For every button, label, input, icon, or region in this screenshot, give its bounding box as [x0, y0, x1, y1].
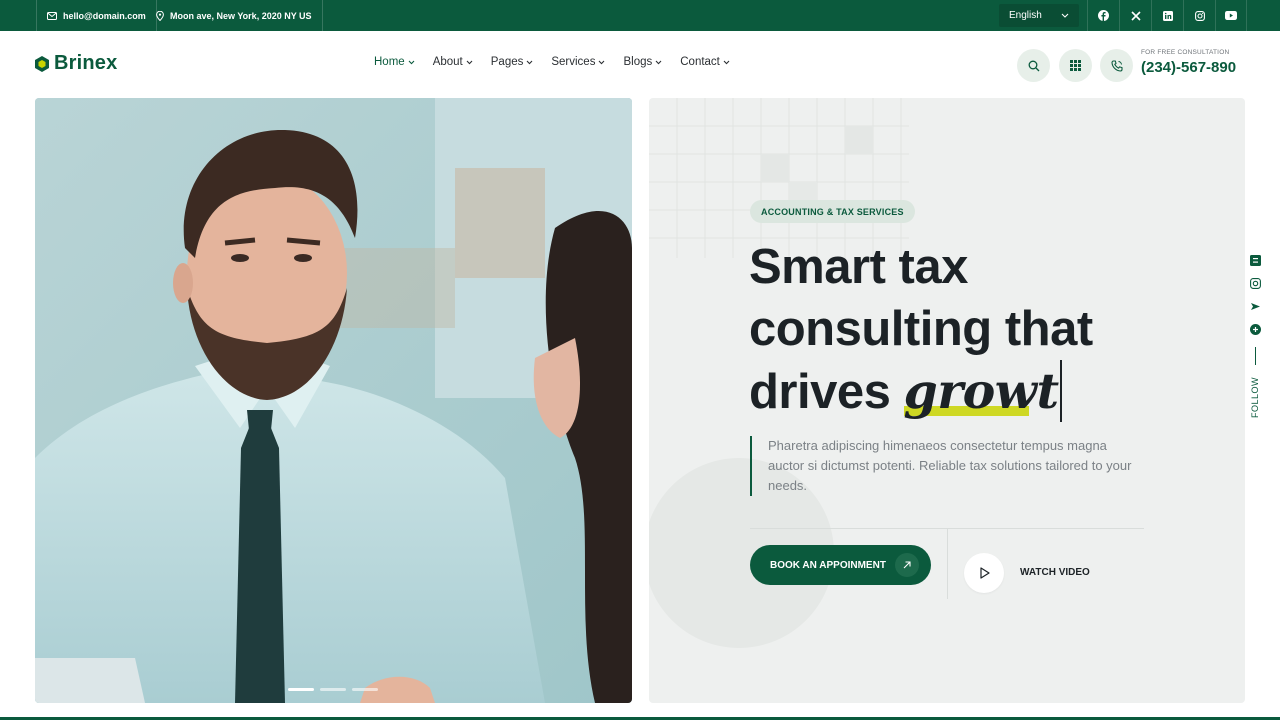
phone-button[interactable] [1100, 49, 1133, 82]
book-appointment-label: BOOK AN APPOINMENT [770, 559, 886, 571]
arrow-up-right-icon [895, 553, 919, 577]
nav-services-label: Services [551, 56, 596, 68]
x-icon [1130, 10, 1141, 21]
follow-label: FOLLOW [1250, 377, 1260, 419]
tripadvisor-icon[interactable] [1250, 301, 1261, 312]
linkedin-icon [1162, 10, 1173, 21]
play-video-button[interactable] [964, 553, 1004, 593]
blogger-icon[interactable] [1249, 255, 1261, 266]
follow-bar: FOLLOW [1246, 255, 1264, 418]
typing-caret [1059, 360, 1062, 422]
follow-line [1254, 347, 1256, 365]
nav-services[interactable]: Services [551, 56, 605, 68]
book-appointment-button[interactable]: BOOK AN APPOINMENT [750, 545, 931, 585]
hero-heading: Smart tax consulting that drives growt [749, 236, 1093, 423]
nav-home-label: Home [374, 56, 405, 68]
heading-line-1: Smart tax [749, 240, 968, 294]
menu-grid-button[interactable] [1059, 49, 1092, 82]
nav-blogs[interactable]: Blogs [623, 56, 662, 68]
nav-home[interactable]: Home [374, 56, 415, 68]
heading-accent-text: growt [903, 362, 1060, 420]
heading-line-2: consulting that [749, 302, 1093, 356]
nav-about[interactable]: About [433, 56, 473, 68]
service-tag: ACCOUNTING & TAX SERVICES [750, 200, 915, 223]
consultation-label: FOR FREE CONSULTATION [1141, 49, 1230, 56]
logo-text: Brinex [54, 52, 118, 74]
play-icon [979, 567, 990, 579]
pinterest-icon[interactable] [1249, 324, 1261, 335]
social-links [1087, 0, 1247, 31]
topbar-address-text: Moon ave, New York, 2020 NY US [170, 10, 312, 21]
x-link[interactable] [1119, 0, 1151, 31]
consultation-phone[interactable]: (234)-567-890 [1141, 59, 1236, 76]
chevron-down-icon [723, 60, 730, 64]
youtube-icon [1225, 11, 1237, 20]
slider-dot[interactable] [352, 688, 378, 691]
topbar-email[interactable]: hello@domain.com [36, 0, 157, 31]
topbar-email-text: hello@domain.com [63, 10, 146, 21]
watch-video-link[interactable]: WATCH VIDEO [1020, 567, 1090, 578]
chevron-down-icon [1061, 13, 1069, 18]
logo[interactable]: Brinex [34, 52, 117, 75]
instagram-link[interactable] [1183, 0, 1215, 31]
map-pin-icon [156, 10, 164, 21]
nav-blogs-label: Blogs [623, 56, 653, 68]
chevron-down-icon [599, 60, 605, 64]
chevron-down-icon [655, 60, 662, 64]
topbar-address: Moon ave, New York, 2020 NY US [146, 0, 323, 31]
chevron-down-icon [466, 60, 473, 64]
nav-pages-label: Pages [490, 56, 524, 68]
slider-dot[interactable] [320, 688, 346, 691]
consultation-block: FOR FREE CONSULTATION (234)-567-890 [1141, 49, 1236, 76]
hexagon-logo-icon [35, 55, 49, 72]
mail-icon [47, 11, 57, 20]
hero-photo-illustration [35, 98, 632, 703]
search-button[interactable] [1017, 49, 1050, 82]
chevron-down-icon [408, 60, 415, 64]
search-icon [1028, 60, 1039, 71]
facebook-icon [1098, 10, 1109, 21]
phone-icon [1110, 59, 1123, 72]
grid-menu-icon [1070, 60, 1081, 71]
instagram-icon[interactable] [1249, 278, 1261, 289]
heading-line-3-text: drives [749, 365, 891, 419]
top-bar: hello@domain.com Moon ave, New York, 202… [0, 0, 1280, 31]
language-select[interactable]: English [999, 4, 1079, 27]
hero-description: Pharetra adipiscing himenaeos consectetu… [750, 436, 1145, 496]
heading-line-3: drives growt [749, 360, 1093, 423]
main-nav: Home About Pages Services Blogs Contact [374, 56, 748, 68]
nav-about-label: About [432, 56, 463, 68]
facebook-link[interactable] [1087, 0, 1119, 31]
slider-dots [288, 688, 378, 691]
linkedin-link[interactable] [1151, 0, 1183, 31]
language-value: English [1009, 10, 1042, 21]
hero-image [35, 98, 632, 703]
instagram-icon [1194, 10, 1205, 21]
chevron-down-icon [526, 60, 533, 64]
nav-pages[interactable]: Pages [491, 56, 534, 68]
youtube-link[interactable] [1215, 0, 1247, 31]
nav-contact-label: Contact [680, 56, 720, 68]
heading-accent-word: growt [903, 362, 1060, 420]
divider-vertical [947, 529, 948, 599]
slider-dot[interactable] [288, 688, 314, 691]
nav-contact[interactable]: Contact [680, 56, 730, 68]
